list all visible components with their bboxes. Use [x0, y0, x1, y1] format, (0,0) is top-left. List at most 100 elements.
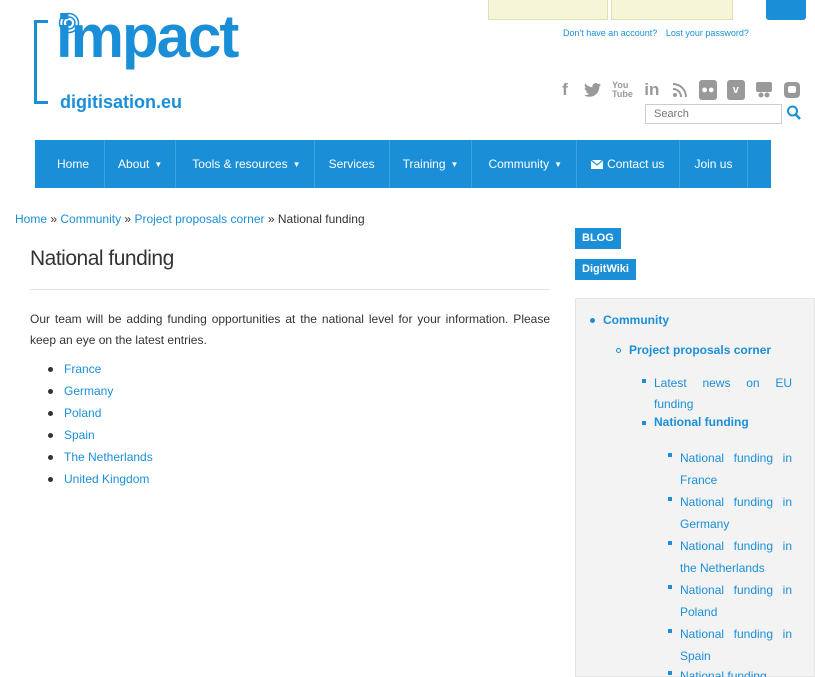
bullet — [48, 367, 53, 372]
register-link[interactable]: Don't have an account? — [563, 28, 657, 38]
nav-training[interactable]: Training ▼ — [390, 140, 473, 188]
country-link-netherlands[interactable]: The Netherlands — [64, 449, 153, 465]
breadcrumb-community[interactable]: Community — [60, 212, 121, 226]
bullet — [668, 453, 672, 457]
bullet — [668, 585, 672, 589]
blog-tag[interactable]: BLOG — [575, 228, 621, 249]
bullet — [616, 348, 621, 353]
nav-label: Tools & resources — [192, 157, 288, 171]
breadcrumb-separator: » — [50, 212, 58, 226]
nav-label: Home — [57, 157, 90, 171]
list-item: Spain — [48, 427, 153, 449]
tree-level4-item: National funding in Poland — [668, 579, 792, 623]
nav-contact-us[interactable]: Contact us — [577, 140, 681, 188]
login-password-field[interactable] — [611, 0, 733, 20]
list-item: The Netherlands — [48, 449, 153, 471]
breadcrumb-current: National funding — [277, 212, 365, 226]
breadcrumb-separator: » — [124, 212, 132, 226]
nav-label: Services — [328, 157, 375, 171]
tree-latest-news[interactable]: Latest news on EU funding — [654, 373, 792, 415]
nav-home[interactable]: Home — [35, 140, 106, 188]
tree-funding-netherlands[interactable]: National funding in the Netherlands — [680, 535, 792, 579]
caret-down-icon: ▼ — [292, 159, 301, 169]
tree-national-funding[interactable]: National funding — [654, 415, 749, 429]
bullet — [48, 477, 53, 482]
breadcrumb-separator: » — [267, 212, 275, 226]
list-item: France — [48, 361, 153, 383]
caret-down-icon: ▼ — [450, 159, 459, 169]
breadcrumb-home[interactable]: Home — [15, 212, 47, 226]
bullet — [48, 433, 53, 438]
nav-tools-resources[interactable]: Tools & resources ▼ — [176, 140, 315, 188]
nav-services[interactable]: Services — [315, 140, 390, 188]
bullet — [668, 671, 672, 675]
logo-sub-text: digitisation.eu — [60, 92, 183, 112]
tree-funding-poland[interactable]: National funding in Poland — [680, 579, 792, 623]
nav-label: Join us — [694, 157, 733, 171]
logo-main-text: impact — [56, 3, 239, 70]
flickr-icon[interactable]: ●● — [698, 80, 717, 100]
tree-level4-item: National funding in Spain — [668, 623, 792, 667]
nav-about[interactable]: About ▼ — [105, 140, 177, 188]
bullet — [48, 411, 53, 416]
tree-level4-item: National funding in the Netherlands — [668, 535, 792, 579]
nav-community[interactable]: Community ▼ — [472, 140, 578, 188]
nav-label: Community — [488, 157, 550, 171]
login-username-field[interactable] — [488, 0, 608, 20]
tree-community[interactable]: Community — [603, 313, 669, 327]
nav-label: About — [118, 157, 150, 171]
search-icon[interactable] — [786, 104, 802, 122]
sidebar-tree: Community Project proposals corner Lates… — [575, 298, 815, 677]
facebook-icon[interactable]: f — [556, 80, 574, 100]
social-icons: f You Tube in ●● v — [556, 80, 801, 100]
slideshare-icon[interactable] — [755, 80, 773, 100]
country-link-united-kingdom[interactable]: United Kingdom — [64, 471, 149, 487]
bullet — [48, 389, 53, 394]
login-button[interactable] — [766, 0, 806, 20]
bullet — [48, 455, 53, 460]
list-item: Poland — [48, 405, 153, 427]
bullet — [590, 318, 595, 323]
caret-down-icon: ▼ — [554, 159, 563, 169]
twitter-icon[interactable] — [584, 80, 602, 100]
tree-funding-germany[interactable]: National funding in Germany — [680, 491, 792, 535]
bullet — [642, 379, 646, 383]
country-link-poland[interactable]: Poland — [64, 405, 101, 421]
account-links: Don't have an account? Lost your passwor… — [563, 28, 755, 38]
country-link-germany[interactable]: Germany — [64, 383, 113, 399]
search-input[interactable] — [645, 104, 782, 124]
tree-level3-item: Latest news on EU funding — [642, 373, 792, 415]
nav-label: Training — [402, 157, 446, 171]
bullet — [668, 629, 672, 633]
tree-level4-item: National funding — [668, 665, 792, 677]
tree-level4-item: National funding in Germany — [668, 491, 792, 535]
logo-frame — [34, 20, 48, 104]
nav-label: Contact us — [607, 157, 665, 171]
tree-funding-more[interactable]: National funding — [680, 665, 792, 677]
tree-project-proposals[interactable]: Project proposals corner — [629, 343, 771, 357]
lost-password-link[interactable]: Lost your password? — [666, 28, 749, 38]
country-list: France Germany Poland Spain The Netherla… — [48, 361, 153, 493]
tree-funding-france[interactable]: National funding in France — [680, 447, 792, 491]
list-item: Germany — [48, 383, 153, 405]
page-title: National funding — [30, 247, 174, 270]
country-link-france[interactable]: France — [64, 361, 101, 377]
country-link-spain[interactable]: Spain — [64, 427, 95, 443]
intro-text: Our team will be adding funding opportun… — [30, 312, 550, 347]
bullet — [642, 421, 646, 425]
tree-funding-spain[interactable]: National funding in Spain — [680, 623, 792, 667]
envelope-icon — [591, 159, 604, 169]
bullet — [668, 541, 672, 545]
nav-join-us[interactable]: Join us — [680, 140, 749, 188]
bullet — [668, 497, 672, 501]
github-icon[interactable] — [783, 80, 801, 100]
digitwiki-tag[interactable]: DigitWiki — [575, 259, 636, 280]
site-logo[interactable]: impact digitisation.eu — [34, 3, 284, 122]
linkedin-icon[interactable]: in — [643, 80, 661, 100]
breadcrumb-project-proposals[interactable]: Project proposals corner — [134, 212, 264, 226]
youtube-icon[interactable]: You Tube — [612, 80, 633, 100]
rss-icon[interactable] — [671, 80, 689, 100]
vimeo-icon[interactable]: v — [726, 80, 745, 100]
main-nav: Home About ▼ Tools & resources ▼ Services … — [35, 140, 771, 188]
caret-down-icon: ▼ — [154, 159, 163, 169]
